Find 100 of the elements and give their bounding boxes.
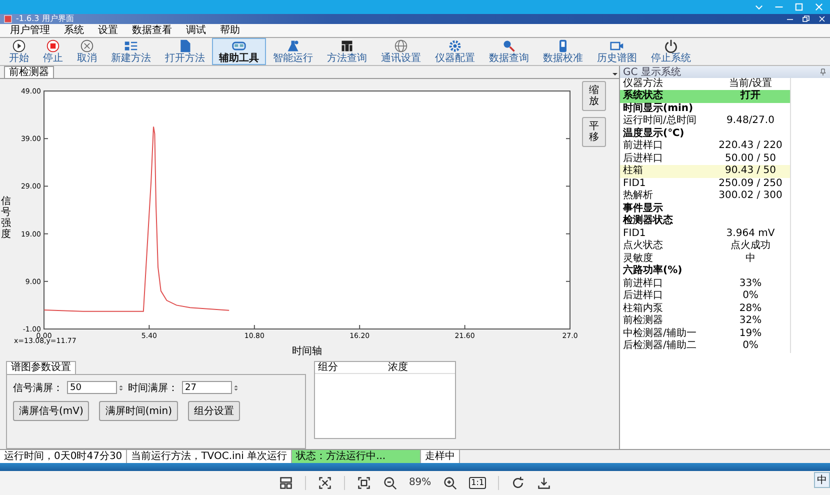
menu-item[interactable]: 用户管理 [4, 24, 56, 37]
toolbar-button[interactable]: 打开方法 [158, 38, 212, 65]
toolbar-button[interactable]: 停止 [36, 38, 70, 65]
group-tab[interactable]: 谱图参数设置 [6, 360, 76, 374]
status-value: 0% [742, 290, 760, 303]
field-label: 信号满屏： [13, 382, 63, 395]
status-label: 后检测器/辅助二 [622, 340, 698, 353]
globe-icon [394, 38, 408, 53]
toolbar-button[interactable]: 仪器配置 [428, 38, 482, 65]
download-icon[interactable] [537, 476, 552, 490]
status-value: 32% [738, 315, 763, 328]
restore-icon[interactable] [802, 14, 810, 23]
flask-icon [286, 38, 300, 53]
x-tick [254, 324, 255, 330]
fit-icon[interactable] [318, 476, 332, 490]
status-value: 220.43 / 220 [718, 140, 784, 153]
gear-icon [448, 38, 462, 53]
status-text: 状态：方法运行中... [292, 450, 422, 463]
input-method-indicator[interactable]: 中 [814, 472, 830, 488]
status-value: 90.43 / 50 [708, 165, 790, 178]
toolbar-button[interactable]: 数据查询 [482, 38, 536, 65]
section-title: 温度显示(℃) [622, 128, 686, 140]
x-tick [359, 324, 360, 330]
section-title: 事件显示 [622, 202, 664, 214]
actual-size-button[interactable]: 1:1 [469, 476, 486, 489]
menu-item[interactable]: 数据查看 [126, 24, 178, 37]
settings-button[interactable]: 组分设置 [188, 400, 240, 421]
settings-button[interactable]: 满屏时间(min) [99, 400, 178, 421]
table-icon [340, 38, 354, 53]
tab[interactable]: 前检测器 [4, 66, 54, 78]
status-value: 中 [744, 252, 756, 266]
field-label: 时间满屏： [128, 382, 178, 395]
status-label: FID1 [622, 228, 647, 240]
status-value: 打开 [708, 90, 790, 103]
status-value: 28% [738, 302, 763, 316]
status-value: 33% [738, 278, 763, 290]
status-label: 前进样口 [622, 278, 664, 290]
fullscreen-icon[interactable] [356, 476, 371, 490]
toolbar-button[interactable]: 通讯设置 [374, 38, 428, 65]
status-label: 后进样口 [622, 290, 664, 302]
menu-item[interactable]: 设置 [92, 24, 124, 37]
chart-tool-button[interactable]: 缩放 [582, 80, 606, 111]
column-header: 仪器方法 [622, 78, 664, 90]
toolbar-button[interactable]: 开始 [2, 38, 36, 65]
status-label: 灵敏度 [622, 252, 654, 264]
status-value: 9.48/27.0 [726, 115, 776, 128]
spin-arrows-icon [233, 382, 239, 393]
y-axis-label: 信号强度 [1, 196, 11, 240]
status-value: 250.09 / 250 [718, 178, 784, 190]
status-value: 19% [738, 328, 763, 340]
power-icon [664, 38, 678, 53]
x-tick [464, 324, 466, 330]
status-label: FID1 [622, 178, 647, 190]
status-value: 0% [742, 340, 760, 353]
toolbar-button[interactable]: 方法查询 [320, 38, 374, 65]
panel-title: GC 显示系统 [623, 66, 681, 78]
pin-icon[interactable] [819, 68, 827, 76]
zoom-out-icon[interactable] [382, 476, 397, 490]
menu-item[interactable]: 系统 [58, 24, 90, 37]
x-axis-label: 时间轴 [292, 346, 322, 357]
play-icon [12, 38, 26, 53]
status-value: 点火成功 [730, 240, 772, 252]
status-text: 走样中 [421, 450, 460, 463]
toolbar-button[interactable]: 历史谱图 [590, 38, 644, 65]
settings-button[interactable]: 满屏信号(mV) [13, 400, 90, 421]
toolbar-button[interactable]: 智能运行 [266, 38, 320, 65]
status-label: 中检测器/辅助一 [622, 328, 698, 340]
status-label: 点火状态 [622, 240, 664, 252]
status-label: 系统状态 [620, 90, 708, 103]
column-header: 浓度 [385, 362, 455, 374]
status-value: 50.00 / 50 [724, 152, 778, 166]
menu-item[interactable]: 调试 [180, 24, 212, 37]
spin-arrows-icon [118, 382, 124, 393]
column-header: 当前/设置 [728, 78, 774, 90]
cancel-icon [80, 38, 94, 53]
spin-field[interactable]: 27 [182, 381, 232, 394]
record-icon [46, 38, 60, 53]
spin-field[interactable]: 50 [67, 381, 117, 394]
status-label: 后进样口 [622, 152, 664, 164]
status-label: 前检测器 [622, 315, 664, 328]
list-icon [124, 38, 138, 53]
toolbar-button[interactable]: 取消 [70, 38, 104, 65]
status-label: 热解析 [622, 190, 654, 202]
section-title: 六路功率(%) [622, 265, 684, 278]
toolbar-button[interactable]: 数据校准 [536, 38, 590, 65]
status-label: 柱箱 [620, 165, 708, 178]
status-label: 柱箱内泵 [622, 302, 664, 314]
search-icon [502, 38, 516, 53]
zoom-in-icon[interactable] [443, 476, 458, 490]
status-label: 运行时间/总时间 [622, 115, 698, 127]
layout-icon[interactable] [278, 476, 293, 490]
zoom-level: 89% [408, 477, 432, 488]
x-tick [148, 324, 150, 330]
chart-tool-button[interactable]: 平移 [582, 116, 606, 147]
close-icon[interactable] [818, 14, 826, 23]
menu-item[interactable]: 帮助 [214, 24, 246, 37]
toolbar-button[interactable]: 新建方法 [104, 38, 158, 65]
toolbar-button[interactable]: 停止系统 [644, 38, 698, 65]
toolbar-button[interactable]: 辅助工具 [212, 38, 266, 65]
rotate-icon[interactable] [511, 476, 526, 490]
